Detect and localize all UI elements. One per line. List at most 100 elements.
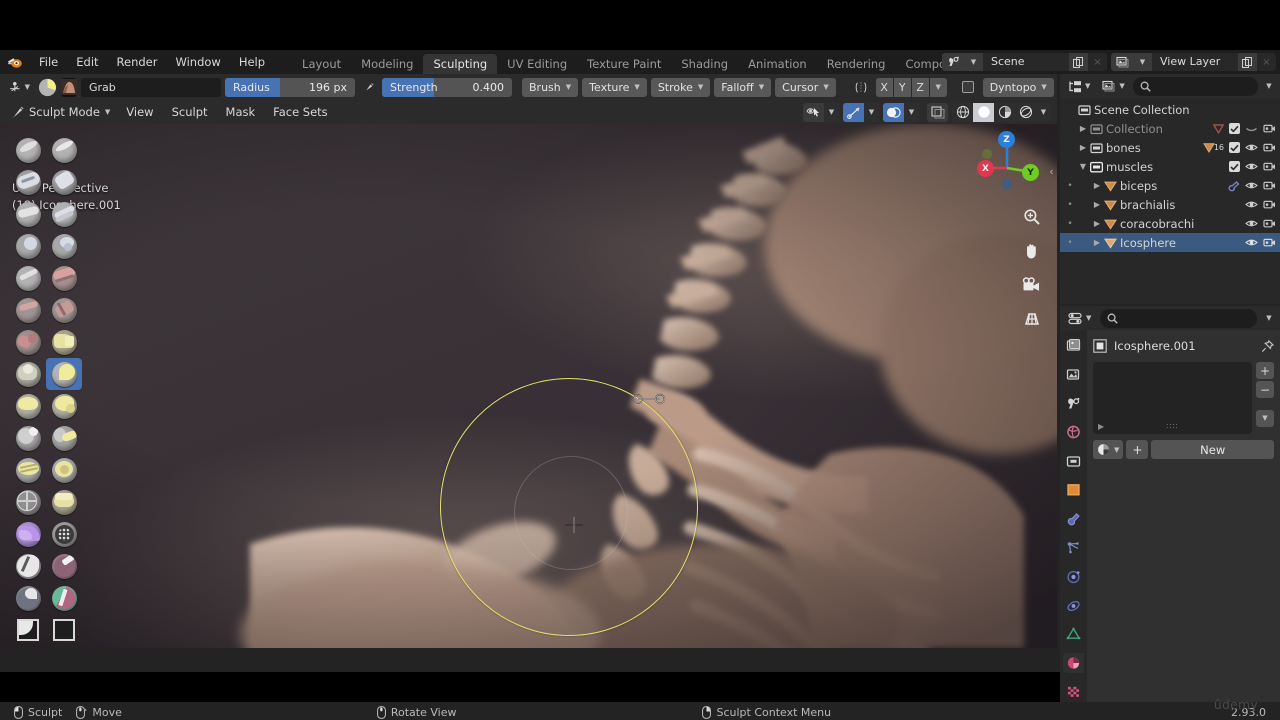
hide-eye-icon[interactable] — [1245, 218, 1258, 229]
camera-render-icon[interactable] — [1263, 199, 1276, 210]
hide-eye-icon[interactable] — [1245, 161, 1258, 172]
outliner-search-input[interactable] — [1132, 76, 1258, 96]
hide-eye-icon[interactable] — [1245, 142, 1258, 153]
material-slot-list[interactable]: ▶ ∷∷ — [1093, 362, 1252, 434]
camera-view-icon[interactable] — [1019, 272, 1044, 297]
strength-slider[interactable]: Strength 0.400 — [382, 77, 512, 97]
view-layer-properties-tab[interactable] — [1063, 394, 1084, 414]
outliner-row-icosphere[interactable]: • ▶ Icosphere — [1060, 233, 1280, 252]
collection-checkbox[interactable] — [1229, 161, 1240, 172]
pressure-icon[interactable] — [359, 77, 378, 97]
hide-eye-icon[interactable] — [1245, 199, 1258, 210]
brush-thumbnail-icon[interactable] — [61, 77, 77, 97]
menu-render[interactable]: Render — [108, 50, 167, 74]
viewport-menu-sculpt[interactable]: Sculpt — [164, 103, 216, 122]
sculpt-tool-icon[interactable]: ▼ — [4, 77, 34, 97]
tool-flatten-brush[interactable] — [10, 294, 46, 326]
modifier-properties-tab[interactable] — [1063, 509, 1084, 529]
texture-popover[interactable]: Texture ▼ — [582, 77, 647, 97]
outliner-editor-type-icon[interactable]: ▼ — [1064, 76, 1095, 96]
add-material-slot-button[interactable]: + — [1256, 362, 1274, 379]
tool-inflate-brush[interactable] — [10, 230, 46, 262]
scene-chevron-icon[interactable]: ▼ — [964, 53, 983, 71]
disclosure-right-icon[interactable]: ▶ — [1090, 181, 1104, 190]
object-data-properties-tab[interactable] — [1063, 624, 1084, 644]
tool-grab-brush[interactable] — [46, 358, 82, 390]
collection-checkbox[interactable] — [1229, 123, 1240, 134]
viewport-menu-view[interactable]: View — [118, 103, 161, 122]
tool-snake-hook-brush[interactable] — [46, 390, 82, 422]
tool-multiplane-scrape-brush[interactable] — [46, 326, 82, 358]
material-properties-tab[interactable] — [1063, 653, 1084, 674]
constraint-properties-tab[interactable] — [1063, 596, 1084, 616]
properties-options-chevron-icon[interactable]: ▼ — [1262, 314, 1276, 322]
gizmo-icon[interactable] — [843, 102, 864, 122]
camera-render-icon[interactable] — [1263, 142, 1276, 153]
tool-elastic-deform-brush[interactable] — [10, 390, 46, 422]
remove-view-layer-icon[interactable]: × — [1257, 53, 1276, 71]
dyntopo-checkbox[interactable] — [956, 77, 979, 97]
tool-box-mask[interactable] — [10, 614, 46, 646]
browse-material-button[interactable]: ▼ — [1093, 440, 1124, 459]
viewport-menu-mask[interactable]: Mask — [218, 103, 264, 122]
view-layer-chevron-icon[interactable]: ▼ — [1133, 53, 1152, 71]
scene-name[interactable]: Scene — [983, 53, 1069, 71]
tab-uv-editing[interactable]: UV Editing — [497, 54, 577, 74]
gizmo-axis-z[interactable]: Z — [998, 131, 1015, 148]
camera-render-icon[interactable] — [1263, 237, 1276, 248]
tab-animation[interactable]: Animation — [738, 54, 817, 74]
object-properties-tab[interactable] — [1063, 480, 1084, 500]
radius-slider[interactable]: Radius 196 px — [225, 77, 355, 97]
outliner-row-biceps[interactable]: • ▶ biceps — [1060, 176, 1280, 195]
tool-slide-relax-brush[interactable] — [10, 486, 46, 518]
tab-shading[interactable]: Shading — [671, 54, 738, 74]
material-preview-shading-icon[interactable] — [994, 103, 1015, 122]
tool-simplify-brush[interactable] — [46, 518, 82, 550]
view-layer-name[interactable]: View Layer — [1152, 53, 1238, 71]
tool-boundary-brush[interactable] — [46, 486, 82, 518]
cursor-popover[interactable]: Cursor ▼ — [775, 77, 836, 97]
tool-mask-brush[interactable] — [10, 550, 46, 582]
3d-viewport[interactable]: User Perspective (18) Icosphere.001 — [0, 124, 1057, 648]
outliner-row-brachialis[interactable]: • ▶ brachialis — [1060, 195, 1280, 214]
tool-pinch-brush[interactable] — [10, 358, 46, 390]
material-specials-button[interactable]: ▼ — [1256, 410, 1274, 427]
camera-render-icon[interactable] — [1263, 218, 1276, 229]
tool-clay-brush[interactable] — [10, 166, 46, 198]
new-view-layer-icon[interactable] — [1238, 53, 1257, 71]
symmetry-chevron-icon[interactable]: ▼ — [929, 77, 947, 97]
brush-popover[interactable]: Brush ▼ — [522, 77, 579, 97]
camera-render-icon[interactable] — [1263, 161, 1276, 172]
new-scene-icon[interactable] — [1069, 53, 1088, 71]
disclosure-right-icon[interactable]: ▶ — [1090, 200, 1104, 209]
blender-logo-icon[interactable] — [0, 50, 30, 74]
mode-selector[interactable]: Sculpt Mode ▼ — [5, 102, 117, 122]
gizmo-axis-x[interactable]: X — [977, 160, 994, 177]
brush-size-handle[interactable] — [632, 392, 668, 406]
tab-sculpting[interactable]: Sculpting — [423, 54, 498, 74]
symmetry-axis-x[interactable]: X — [875, 77, 893, 97]
render-properties-tab[interactable] — [1063, 336, 1084, 356]
menu-help[interactable]: Help — [230, 50, 274, 74]
scene-datablock[interactable]: ▼ Scene × — [942, 53, 1107, 71]
triangle-right-icon[interactable]: ▶ — [1098, 422, 1104, 431]
output-properties-tab[interactable] — [1063, 365, 1084, 385]
viewport-menu-face-sets[interactable]: Face Sets — [265, 103, 336, 122]
tab-rendering[interactable]: Rendering — [817, 54, 896, 74]
gizmo-options-chevron-icon[interactable]: ▼ — [864, 102, 879, 122]
tool-nudge-brush[interactable] — [10, 454, 46, 486]
tool-rotate-brush[interactable] — [46, 454, 82, 486]
outliner-row-coracobrachialis[interactable]: • ▶ coracobrachi — [1060, 214, 1280, 233]
remove-scene-icon[interactable]: × — [1088, 53, 1107, 71]
tool-fill-brush[interactable] — [46, 294, 82, 326]
add-material-button[interactable]: + — [1126, 440, 1149, 459]
tool-paint-brush[interactable] — [46, 582, 82, 614]
view-layer-datablock[interactable]: ▼ View Layer × — [1111, 53, 1276, 71]
tab-texture-paint[interactable]: Texture Paint — [577, 54, 671, 74]
new-material-button[interactable]: New — [1151, 440, 1274, 459]
disclosure-down-icon[interactable]: ▼ — [1076, 162, 1090, 171]
outliner-row-muscles[interactable]: ▼ muscles — [1060, 157, 1280, 176]
tool-thumb-brush[interactable] — [10, 422, 46, 454]
tool-cloth-brush[interactable] — [10, 518, 46, 550]
texture-properties-tab[interactable] — [1063, 682, 1084, 702]
